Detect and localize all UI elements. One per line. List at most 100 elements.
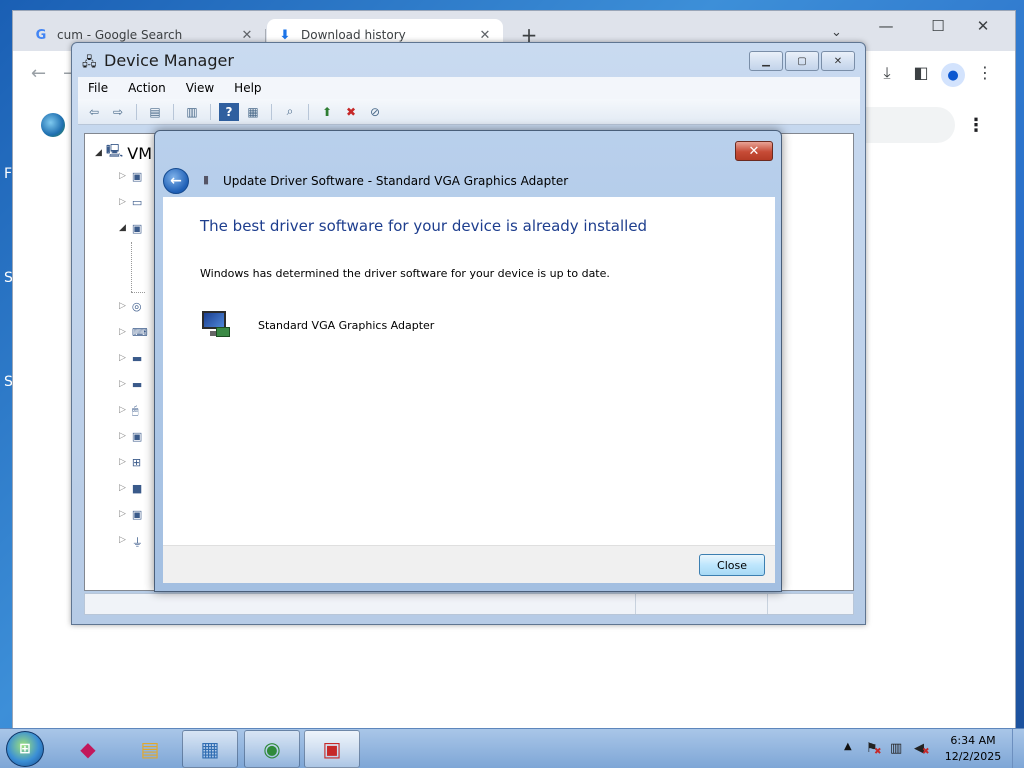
- tab-title: Download history: [301, 28, 406, 42]
- tree-item[interactable]: ▷ ◎: [119, 300, 146, 313]
- tree-item[interactable]: ▷ ⌨: [119, 326, 148, 339]
- collapse-arrow-icon[interactable]: ◢: [119, 223, 126, 233]
- dialog-header: ← ▮ Update Driver Software - Standard VG…: [163, 165, 775, 197]
- forward-icon[interactable]: ⇨: [108, 103, 128, 121]
- chromium-logo-icon: [41, 113, 65, 137]
- taskbar-item-device-manager[interactable]: ▦: [182, 730, 238, 768]
- update-driver-icon[interactable]: ⬆: [317, 103, 337, 121]
- help-icon[interactable]: ?: [219, 102, 239, 121]
- taskbar-item-explorer[interactable]: ▤: [122, 730, 178, 768]
- keyboard-icon: ▬: [131, 378, 143, 391]
- tree-item[interactable]: ▷ ▣: [119, 430, 146, 443]
- dialog-footer: Close: [163, 545, 775, 583]
- processor-icon: ■: [131, 482, 143, 495]
- scan-icon[interactable]: ⌕: [280, 103, 300, 121]
- chrome-maximize-button[interactable]: ☐: [923, 17, 953, 35]
- show-hidden-icon[interactable]: ▥: [182, 103, 202, 121]
- tree-item[interactable]: ▷ ▣: [119, 170, 146, 183]
- menu-file[interactable]: File: [78, 81, 118, 95]
- show-desktop-button[interactable]: [1012, 729, 1024, 768]
- view-icon[interactable]: ▦: [243, 103, 263, 121]
- tree-item[interactable]: ▷ ⊞: [119, 456, 146, 469]
- expand-arrow-icon[interactable]: ▷: [119, 431, 126, 441]
- taskbar-item-toolbox[interactable]: ▣: [304, 730, 360, 768]
- search-box[interactable]: [863, 107, 955, 143]
- toolbar-separator: [136, 103, 137, 120]
- computer-icon: 🖳: [105, 144, 124, 159]
- expand-arrow-icon[interactable]: ▷: [119, 535, 126, 545]
- maximize-button[interactable]: ▢: [785, 51, 819, 71]
- menu-help[interactable]: Help: [224, 81, 271, 95]
- taskbar: ⊞ ◆ ▤ ▦ ◉ ▣ ▲ ⚑ ✖ ▥ ◀ ✖ 6:34 AM 12/2/2025: [0, 728, 1024, 768]
- app-launcher-icon: ◆: [80, 737, 96, 761]
- chrome-icon: ◉: [263, 737, 281, 761]
- back-icon[interactable]: ←: [31, 63, 46, 84]
- close-button[interactable]: ✕: [821, 51, 855, 71]
- taskbar-item-app-launcher[interactable]: ◆: [60, 730, 116, 768]
- back-icon[interactable]: ⇦: [84, 103, 104, 121]
- minimize-button[interactable]: ▁: [749, 51, 783, 71]
- expand-arrow-icon[interactable]: ▷: [119, 405, 126, 415]
- usb-controller-icon: ⏚: [131, 536, 143, 549]
- collapse-arrow-icon[interactable]: ◢: [95, 148, 102, 158]
- dialog-close-button[interactable]: ✕: [735, 141, 773, 161]
- dvd-drive-icon: ◎: [131, 300, 142, 313]
- tree-root[interactable]: ◢ 🖳 VM: [95, 142, 152, 164]
- volume-muted-icon[interactable]: ◀ ✖: [914, 741, 930, 757]
- network-icon[interactable]: ▥: [890, 741, 902, 756]
- chrome-minimize-button[interactable]: —: [871, 17, 901, 35]
- tree-item[interactable]: ▷ ▭: [119, 196, 146, 209]
- side-panel-icon[interactable]: ◧: [909, 63, 933, 82]
- mouse-icon: 🖱: [131, 404, 139, 417]
- expand-arrow-icon[interactable]: ▷: [119, 483, 126, 493]
- download-icon: ⬇: [279, 27, 291, 43]
- uninstall-icon[interactable]: ✖: [341, 103, 361, 121]
- back-arrow-icon[interactable]: ←: [163, 168, 189, 194]
- tree-item[interactable]: ▷ ▬: [119, 352, 146, 365]
- taskbar-item-chrome[interactable]: ◉: [244, 730, 300, 768]
- tree-item[interactable]: ▷ 🖱: [119, 404, 146, 417]
- display-adapter-icon: [200, 309, 232, 341]
- start-button[interactable]: ⊞: [6, 731, 44, 767]
- tab-close-icon[interactable]: ✕: [239, 28, 255, 43]
- expand-arrow-icon[interactable]: ▷: [119, 379, 126, 389]
- expand-arrow-icon[interactable]: ▷: [119, 353, 126, 363]
- device-entry: Standard VGA Graphics Adapter: [200, 309, 434, 341]
- device-manager-titlebar: 🖧 Device Manager: [82, 51, 234, 70]
- tree-item[interactable]: ▷ ▣: [119, 508, 146, 521]
- disk-drive-icon: ▭: [131, 196, 143, 209]
- menu-view[interactable]: View: [176, 81, 224, 95]
- display-adapter-icon: ▣: [131, 222, 143, 235]
- download-icon[interactable]: ⤓: [875, 63, 899, 83]
- dialog-title: Update Driver Software - Standard VGA Gr…: [223, 174, 569, 188]
- tab-close-icon[interactable]: ✕: [477, 28, 493, 43]
- close-button[interactable]: Close: [699, 554, 765, 576]
- show-hidden-icons-chevron-icon[interactable]: ▲: [844, 741, 852, 752]
- tree-item[interactable]: ▷ ■: [119, 482, 146, 495]
- expand-arrow-icon[interactable]: ▷: [119, 171, 126, 181]
- more-options-icon[interactable]: ⋮: [967, 115, 985, 136]
- expand-arrow-icon[interactable]: ▷: [119, 457, 126, 467]
- chrome-close-button[interactable]: ✕: [968, 17, 998, 35]
- tree-item[interactable]: ▷ ⏚: [119, 534, 146, 549]
- profile-icon[interactable]: ●: [941, 63, 965, 87]
- tree-item[interactable]: ◢ ▣: [119, 222, 146, 235]
- expand-arrow-icon[interactable]: ▷: [119, 301, 126, 311]
- device-manager-icon: 🖧: [82, 54, 97, 70]
- properties-icon[interactable]: ▤: [145, 103, 165, 121]
- tree-item[interactable]: ▷ ▬: [119, 378, 146, 391]
- clock-time: 6:34 AM: [950, 734, 996, 747]
- action-center-flag-icon[interactable]: ⚑ ✖: [866, 741, 882, 757]
- network-adapter-icon: ⊞: [131, 456, 142, 469]
- menu-action[interactable]: Action: [118, 81, 176, 95]
- tab-search-chevron-icon[interactable]: ⌄: [831, 25, 842, 40]
- expand-arrow-icon[interactable]: ▷: [119, 509, 126, 519]
- status-divider: [635, 594, 636, 614]
- disable-icon[interactable]: ⊘: [365, 103, 385, 121]
- more-vert-icon[interactable]: ⋮: [973, 63, 997, 82]
- computer-icon: ▣: [131, 170, 143, 183]
- clock[interactable]: 6:34 AM 12/2/2025: [940, 733, 1006, 765]
- google-g-icon: G: [35, 27, 47, 43]
- expand-arrow-icon[interactable]: ▷: [119, 327, 126, 337]
- expand-arrow-icon[interactable]: ▷: [119, 197, 126, 207]
